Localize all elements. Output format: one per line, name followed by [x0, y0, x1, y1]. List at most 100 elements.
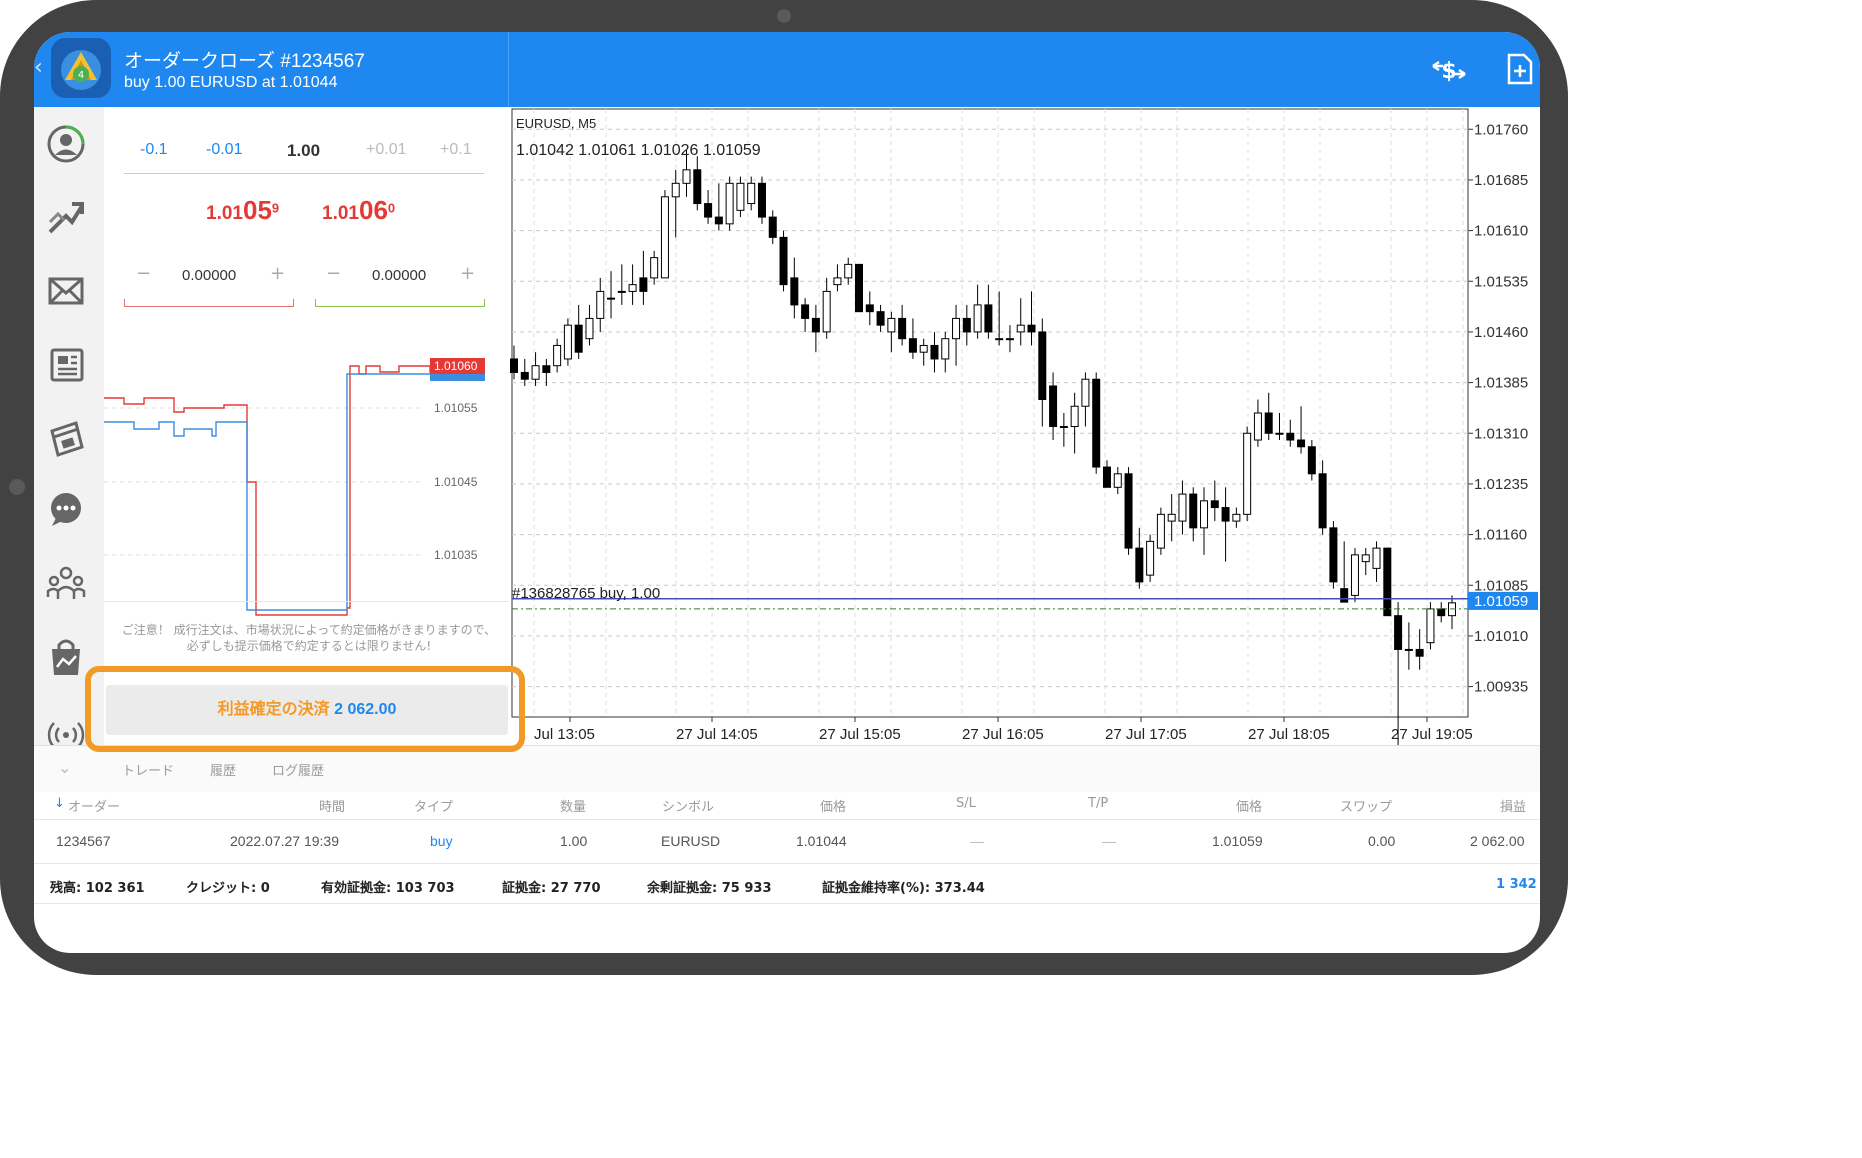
- mail-icon[interactable]: [46, 271, 86, 311]
- candle-body: [1318, 473, 1327, 529]
- cell-time: 2022.07.27 19:39: [230, 833, 339, 849]
- candle-body: [1415, 648, 1424, 657]
- app-logo-icon: 4: [51, 38, 111, 98]
- x-tick-label: 27 Jul 14:05: [676, 726, 758, 743]
- calendar-icon[interactable]: [46, 417, 86, 457]
- candle-body: [1372, 547, 1381, 569]
- col-type[interactable]: タイプ: [414, 796, 453, 815]
- y-tick-label: 1.01460: [1474, 324, 1528, 341]
- volume-minus-0.1-button[interactable]: -0.1: [140, 141, 168, 159]
- highlight-frame: [85, 666, 525, 752]
- cell-symbol: EURUSD: [661, 833, 721, 849]
- price-chart[interactable]: 1.01760 1.01685 1.01610 1.01535 1.01460 1.013…: [510, 107, 1540, 953]
- candle-body: [660, 196, 669, 279]
- volume-plus-0.01-button[interactable]: +0.01: [366, 141, 406, 159]
- col-current-price[interactable]: 価格: [1236, 796, 1262, 815]
- x-tick-label: 27 Jul 15:05: [819, 726, 901, 743]
- candle-body: [1005, 338, 1014, 341]
- tab-history[interactable]: 履歴: [210, 760, 236, 779]
- candle-body: [1178, 493, 1187, 522]
- candle-body: [682, 169, 691, 184]
- volume-value[interactable]: 1.00: [287, 141, 320, 161]
- col-order[interactable]: オーダー: [68, 796, 120, 815]
- trade-icon[interactable]: [46, 198, 86, 238]
- ohlc-readout: 1.01042 1.01061 1.01026 1.01059: [516, 142, 761, 159]
- one-click-trading-icon[interactable]: $: [1429, 54, 1469, 90]
- candle-body: [952, 317, 961, 340]
- market-order-notice: ご注意！ 成行注文は、市場状況によって約定価格がきまりますので、必ずしも提示価格…: [121, 623, 497, 653]
- volume-underline: [124, 173, 484, 174]
- col-profit[interactable]: 損益: [1500, 796, 1526, 815]
- window-title: オーダークローズ #1234567: [124, 51, 365, 72]
- tick-chart: 1.01055 1.01045 1.01035 1.01060: [104, 358, 485, 616]
- window-subtitle: buy 1.00 EURUSD at 1.01044: [124, 74, 338, 91]
- cell-tp: —: [1102, 833, 1116, 849]
- new-order-icon[interactable]: [1506, 52, 1534, 90]
- col-open-price[interactable]: 価格: [820, 796, 846, 815]
- candle-body: [1383, 547, 1392, 617]
- cell-type: buy: [430, 833, 453, 849]
- candle-body: [1156, 513, 1165, 549]
- back-chevron-icon[interactable]: ‹: [34, 56, 46, 80]
- sl-minus-button[interactable]: −: [136, 263, 151, 284]
- candle-body: [1016, 324, 1025, 333]
- y-tick-label: 1.01160: [1474, 527, 1527, 544]
- market-icon[interactable]: [46, 637, 86, 677]
- col-swap[interactable]: スワップ: [1340, 796, 1392, 815]
- tab-trade[interactable]: トレード: [122, 760, 174, 779]
- candle-body: [714, 216, 723, 225]
- x-tick-label: 27 Jul 17:05: [1105, 726, 1187, 743]
- candle-body: [1297, 439, 1306, 448]
- y-tick-label: 1.01310: [1474, 425, 1528, 442]
- y-tick-label: 1.01610: [1474, 223, 1528, 240]
- order-panel: -0.1 -0.01 1.00 +0.01 +0.1 1.01059 1.010…: [104, 107, 509, 745]
- x-tick-label: 27 Jul 19:05: [1391, 726, 1473, 743]
- candle-body: [1243, 432, 1252, 515]
- sort-arrow-icon[interactable]: ↓: [54, 796, 65, 811]
- volume-plus-0.1-button[interactable]: +0.1: [440, 141, 472, 159]
- tab-log-history[interactable]: ログ履歴: [272, 760, 324, 779]
- candle-body: [639, 277, 648, 292]
- candle-body: [941, 338, 950, 360]
- candle-body: [790, 277, 799, 306]
- table-row[interactable]: 1234567 2022.07.27 19:39 buy 1.00 EURUSD…: [34, 819, 1540, 864]
- col-tp[interactable]: T/P: [1088, 796, 1108, 811]
- x-tick-label: 27 Jul 18:05: [1248, 726, 1330, 743]
- candle-body: [1167, 513, 1176, 522]
- bottom-tabs: ⌄ トレード 履歴 ログ履歴: [34, 745, 1540, 792]
- candlestick-chart[interactable]: 1.01760 1.01685 1.01610 1.01535 1.01460 1.013…: [510, 107, 1540, 953]
- col-symbol[interactable]: シンボル: [662, 796, 714, 815]
- margin-level: 証拠金維持率(%): 373.44: [822, 881, 985, 896]
- col-time[interactable]: 時間: [319, 796, 345, 815]
- candle-body: [510, 358, 518, 373]
- sl-plus-button[interactable]: +: [270, 263, 285, 284]
- candle-body: [995, 338, 1004, 341]
- tp-plus-button[interactable]: +: [460, 263, 475, 284]
- candle-body: [747, 182, 756, 205]
- candle-body: [1102, 466, 1111, 488]
- candle-body: [542, 365, 551, 373]
- candle-body: [574, 324, 583, 353]
- community-icon[interactable]: [46, 563, 86, 603]
- candle-body: [855, 263, 864, 313]
- candle-body: [1286, 432, 1295, 441]
- col-sl[interactable]: S/L: [956, 796, 976, 811]
- sl-value[interactable]: 0.00000: [182, 267, 236, 284]
- tp-minus-button[interactable]: −: [326, 263, 341, 284]
- margin: 証拠金: 27 770: [502, 881, 601, 896]
- chat-icon[interactable]: [46, 490, 86, 530]
- candle-body: [768, 216, 777, 238]
- tp-value[interactable]: 0.00000: [372, 267, 426, 284]
- candle-body: [704, 203, 713, 218]
- y-tick-label: 1.01085: [1474, 577, 1528, 594]
- candle-body: [1307, 446, 1316, 475]
- news-icon[interactable]: [46, 344, 86, 384]
- candle-body: [563, 324, 572, 360]
- quotes-icon[interactable]: [46, 124, 86, 164]
- candle-body: [531, 365, 540, 380]
- sl-underline: [124, 299, 294, 307]
- cell-profit: 2 062.00: [1470, 833, 1525, 849]
- collapse-chevron-icon[interactable]: ⌄: [58, 758, 71, 777]
- volume-minus-0.01-button[interactable]: -0.01: [206, 141, 242, 159]
- col-volume[interactable]: 数量: [560, 796, 586, 815]
